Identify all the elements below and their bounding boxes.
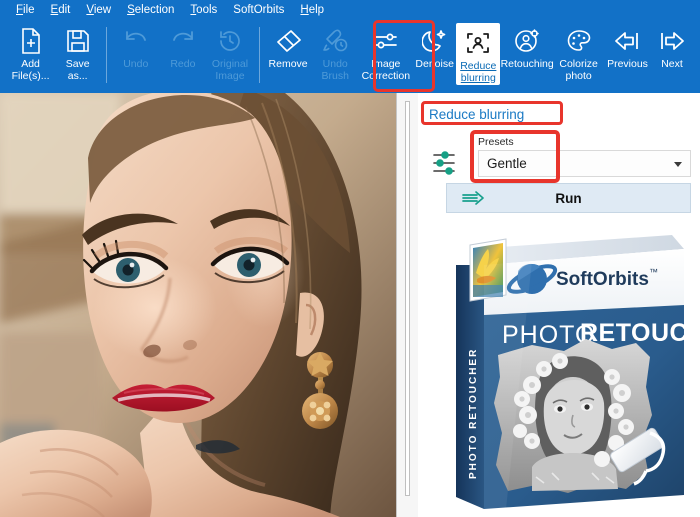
application-window: File Edit View Selection Tools SoftOrbit… — [0, 0, 700, 517]
menu-item-softorbits[interactable]: SoftOrbits — [225, 0, 292, 21]
boxshot-image: SoftOrbits ™ PHOTO RETOUCHER PHOTO RETOU… — [456, 235, 698, 509]
menu-item-edit-label: dit — [58, 4, 71, 16]
boxshot-brand: SoftOrbits — [556, 269, 649, 290]
tool-remove[interactable]: Remove — [265, 21, 312, 91]
run-button-label: Run — [555, 190, 582, 206]
product-boxshot: SoftOrbits ™ PHOTO RETOUCHER PHOTO RETOU… — [436, 227, 698, 517]
tool-next-label: Next — [661, 58, 683, 70]
portrait-photo — [0, 93, 396, 517]
tool-colorize-photo[interactable]: Colorize photo — [554, 21, 603, 91]
redo-arrow-icon — [166, 26, 200, 56]
tool-undo[interactable]: Undo — [112, 21, 159, 91]
menu-item-tools[interactable]: Tools — [182, 0, 225, 21]
menu-item-file[interactable]: File — [8, 0, 43, 21]
tool-save-as-label: Save as... — [65, 58, 90, 82]
tool-denoise[interactable]: Denoise — [413, 21, 457, 91]
arrow-right-icon — [655, 26, 689, 56]
boxshot-spine-text: PHOTO RETOUCHER — [468, 348, 479, 479]
menu-item-selection-label: election — [134, 4, 175, 16]
save-icon — [61, 26, 95, 56]
menu-item-view[interactable]: View — [78, 0, 119, 21]
run-button[interactable]: Run — [446, 183, 691, 213]
tool-options-panel: Reduce blurring Presets Gentle Run SoftO… — [418, 93, 700, 517]
menu-item-help[interactable]: Help — [292, 0, 332, 21]
tool-remove-label: Remove — [268, 58, 308, 70]
menu-item-file-label: ile — [23, 4, 35, 16]
tool-strip: Add File(s)... Save as... Undo Redo Orig… — [0, 21, 700, 93]
undo-arrow-icon — [119, 26, 153, 56]
eraser-icon — [271, 26, 305, 56]
tool-previous-label: Previous — [607, 58, 648, 70]
face-focus-icon — [461, 28, 495, 58]
tool-undo-brush-label: Undo Brush — [321, 58, 349, 82]
menu-bar: File Edit View Selection Tools SoftOrbit… — [0, 0, 700, 21]
presets-label: Presets — [478, 136, 514, 148]
image-preview-pane[interactable] — [0, 93, 396, 517]
tool-original-image-label: Original Image — [211, 58, 249, 82]
presets-selected-value: Gentle — [487, 156, 527, 171]
tool-colorize-photo-label: Colorize photo — [559, 58, 598, 82]
history-clock-icon — [213, 26, 247, 56]
ribbon-toolbar: File Edit View Selection Tools SoftOrbit… — [0, 0, 700, 93]
menu-item-edit[interactable]: Edit — [43, 0, 79, 21]
menu-item-help-mnemonic: H — [300, 4, 309, 16]
tool-previous[interactable]: Previous — [603, 21, 652, 91]
moon-sparkle-icon — [418, 26, 452, 56]
menu-item-selection[interactable]: Selection — [119, 0, 182, 21]
tool-add-files-label: Add File(s)... — [11, 58, 50, 82]
toolbar-separator-1 — [106, 27, 108, 83]
menu-item-view-label: iew — [93, 4, 112, 16]
presets-dropdown[interactable]: Gentle — [478, 150, 691, 177]
tool-redo-label: Redo — [170, 58, 196, 70]
sliders-icon — [369, 26, 403, 56]
double-arrow-right-icon — [461, 190, 487, 206]
menu-item-view-mnemonic: V — [86, 4, 94, 16]
splitter-track[interactable] — [405, 101, 410, 496]
pane-splitter[interactable] — [396, 93, 418, 517]
palette-icon — [562, 26, 596, 56]
boxshot-brand-tm: ™ — [649, 267, 658, 277]
tool-save-as[interactable]: Save as... — [54, 21, 101, 91]
boxshot-product-word2: RETOUCHER — [580, 319, 698, 347]
panel-title: Reduce blurring — [429, 107, 525, 122]
sliders-icon — [431, 150, 459, 176]
tool-undo-label: Undo — [123, 58, 149, 70]
tool-next[interactable]: Next — [652, 21, 692, 91]
tool-undo-brush[interactable]: Undo Brush — [312, 21, 359, 91]
tool-add-files[interactable]: Add File(s)... — [7, 21, 54, 91]
menu-item-tools-label: ools — [196, 4, 218, 16]
tool-reduce-blurring-label: Reduce blurring — [460, 60, 497, 84]
tool-retouching[interactable]: Retouching — [500, 21, 554, 91]
toolbar-separator-2 — [258, 27, 260, 83]
tool-retouching-label: Retouching — [500, 58, 554, 70]
tool-denoise-label: Denoise — [415, 58, 454, 70]
tool-image-correction[interactable]: Image Correction — [359, 21, 413, 91]
add-file-icon — [14, 26, 48, 56]
tool-reduce-blurring[interactable]: Reduce blurring — [456, 23, 501, 85]
menu-item-file-mnemonic: F — [16, 4, 24, 16]
tool-image-correction-label: Image Correction — [361, 58, 411, 82]
tool-original-image[interactable]: Original Image — [206, 21, 253, 91]
brush-clock-icon — [318, 26, 352, 56]
menu-item-help-label: elp — [308, 4, 325, 16]
menu-item-selection-mnemonic: S — [127, 4, 135, 16]
arrow-left-icon — [610, 26, 644, 56]
tool-redo[interactable]: Redo — [159, 21, 206, 91]
person-gear-icon — [510, 26, 544, 56]
chevron-down-icon[interactable] — [674, 162, 682, 167]
